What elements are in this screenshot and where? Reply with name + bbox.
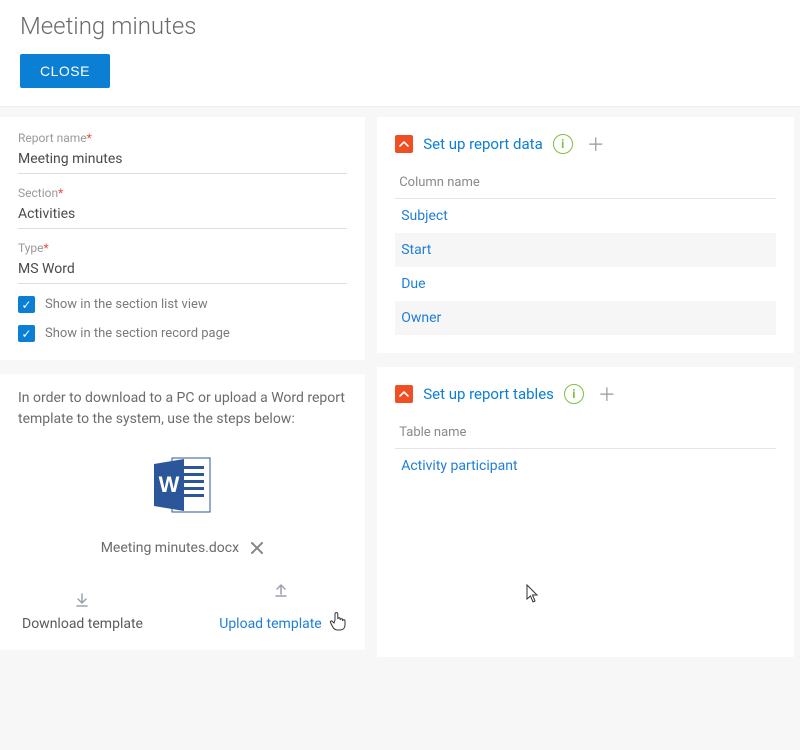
template-instruction: In order to download to a PC or upload a… <box>18 388 347 430</box>
column-name-header: Column name <box>395 169 776 199</box>
type-value[interactable]: MS Word <box>18 257 347 284</box>
table-name-header: Table name <box>395 419 776 449</box>
table-row[interactable]: Owner <box>395 301 776 335</box>
svg-text:W: W <box>158 472 179 497</box>
section-value[interactable]: Activities <box>18 202 347 229</box>
table-row[interactable]: Start <box>395 233 776 267</box>
upload-template-label: Upload template <box>219 616 321 632</box>
section-field[interactable]: Section* Activities <box>18 186 347 229</box>
info-icon[interactable]: i <box>553 134 573 154</box>
info-icon[interactable]: i <box>564 384 584 404</box>
report-settings-panel: Report name* Meeting minutes Section* Ac… <box>0 117 365 360</box>
show-record-checkbox-row[interactable]: Show in the section record page <box>18 325 347 342</box>
required-star: * <box>44 241 49 255</box>
upload-template-button[interactable]: Upload template <box>219 582 343 632</box>
report-tables-table: Table name Activity participant <box>395 419 776 483</box>
page-title: Meeting minutes <box>20 12 780 40</box>
close-button[interactable]: CLOSE <box>20 54 110 88</box>
cursor-arrow-icon <box>525 583 800 609</box>
report-data-table: Column name Subject Start Due Owner <box>395 169 776 335</box>
report-name-field[interactable]: Report name* Meeting minutes <box>18 131 347 174</box>
table-row[interactable]: Subject <box>395 199 776 233</box>
type-field[interactable]: Type* MS Word <box>18 241 347 284</box>
table-row[interactable]: Due <box>395 267 776 301</box>
show-list-label: Show in the section list view <box>45 297 208 312</box>
report-tables-header: Set up report tables i ＋ <box>395 381 776 407</box>
report-tables-panel: Set up report tables i ＋ Table name Acti… <box>377 367 794 657</box>
download-template-label: Download template <box>22 616 143 632</box>
report-data-header: Set up report data i ＋ <box>395 131 776 157</box>
cursor-hand-icon <box>329 610 347 636</box>
checkbox-icon[interactable] <box>18 325 35 342</box>
remove-file-icon[interactable] <box>249 540 265 556</box>
type-label: Type* <box>18 241 347 255</box>
section-label: Section* <box>18 186 347 200</box>
upload-icon <box>219 582 343 602</box>
show-list-checkbox-row[interactable]: Show in the section list view <box>18 296 347 313</box>
download-template-button[interactable]: Download template <box>22 592 143 632</box>
template-panel: In order to download to a PC or upload a… <box>0 374 365 650</box>
report-name-label-text: Report name <box>18 131 87 145</box>
type-label-text: Type <box>18 241 44 255</box>
table-row[interactable]: Activity participant <box>395 449 776 483</box>
show-record-label: Show in the section record page <box>45 326 230 341</box>
template-actions: Download template Upload template <box>18 582 347 632</box>
download-icon <box>22 592 143 612</box>
right-column: Set up report data i ＋ Column name Subje… <box>377 117 794 671</box>
file-row: Meeting minutes.docx <box>18 540 347 556</box>
left-column: Report name* Meeting minutes Section* Ac… <box>0 117 365 671</box>
section-label-text: Section <box>18 186 58 200</box>
report-tables-title[interactable]: Set up report tables <box>423 385 554 403</box>
page-header: Meeting minutes CLOSE <box>0 0 800 107</box>
word-file-icon: W <box>18 452 347 522</box>
required-star: * <box>87 131 92 145</box>
required-star: * <box>58 186 63 200</box>
word-icon: W <box>150 452 216 518</box>
add-table-icon[interactable]: ＋ <box>594 381 620 407</box>
report-name-label: Report name* <box>18 131 347 145</box>
report-data-panel: Set up report data i ＋ Column name Subje… <box>377 117 794 353</box>
checkbox-icon[interactable] <box>18 296 35 313</box>
collapse-icon[interactable] <box>395 135 413 153</box>
report-name-value[interactable]: Meeting minutes <box>18 147 347 174</box>
report-data-title[interactable]: Set up report data <box>423 135 543 153</box>
main-columns: Report name* Meeting minutes Section* Ac… <box>0 107 800 671</box>
add-column-icon[interactable]: ＋ <box>583 131 609 157</box>
file-name: Meeting minutes.docx <box>101 540 239 556</box>
collapse-icon[interactable] <box>395 385 413 403</box>
